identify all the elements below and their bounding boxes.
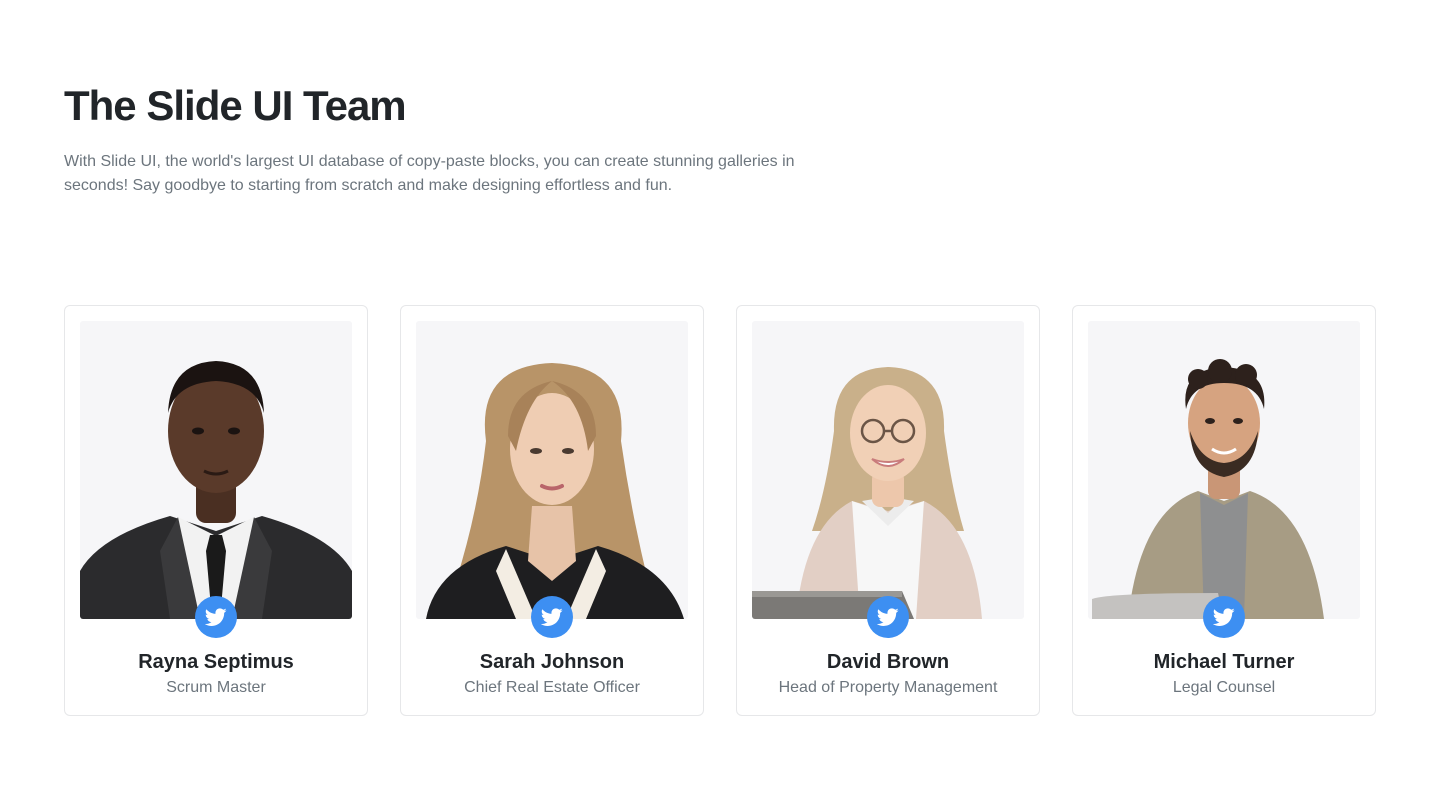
page-title: The Slide UI Team [64,82,407,129]
twitter-button[interactable] [195,596,237,638]
team-card: Sarah Johnson Chief Real Estate Officer [400,305,704,716]
member-role: Head of Property Management [778,679,998,696]
section-header: The Slide UI Team With Slide UI, the wor… [64,80,824,198]
member-name: Rayna Septimus [138,651,294,673]
member-photo [1088,321,1360,619]
twitter-icon [205,608,227,626]
team-card: Rayna Septimus Scrum Master [64,305,368,716]
team-grid: Rayna Septimus Scrum Master Sarah Johnso… [64,305,1376,716]
member-photo [416,321,688,619]
twitter-icon [1213,608,1235,626]
member-role: Legal Counsel [1172,679,1276,696]
twitter-button[interactable] [867,596,909,638]
member-name: David Brown [826,651,950,673]
member-role: Chief Real Estate Officer [464,679,640,696]
team-card: Michael Turner Legal Counsel [1072,305,1376,716]
member-photo [80,321,352,619]
team-section: The Slide UI Team With Slide UI, the wor… [0,0,1440,796]
twitter-button[interactable] [531,596,573,638]
twitter-icon [877,608,899,626]
member-name: Michael Turner [1153,651,1295,673]
twitter-button[interactable] [1203,596,1245,638]
member-photo [752,321,1024,619]
member-name: Sarah Johnson [479,651,625,673]
member-role: Scrum Master [166,679,266,696]
twitter-icon [541,608,563,626]
team-card: David Brown Head of Property Management [736,305,1040,716]
section-description: With Slide UI, the world's largest UI da… [64,153,795,194]
